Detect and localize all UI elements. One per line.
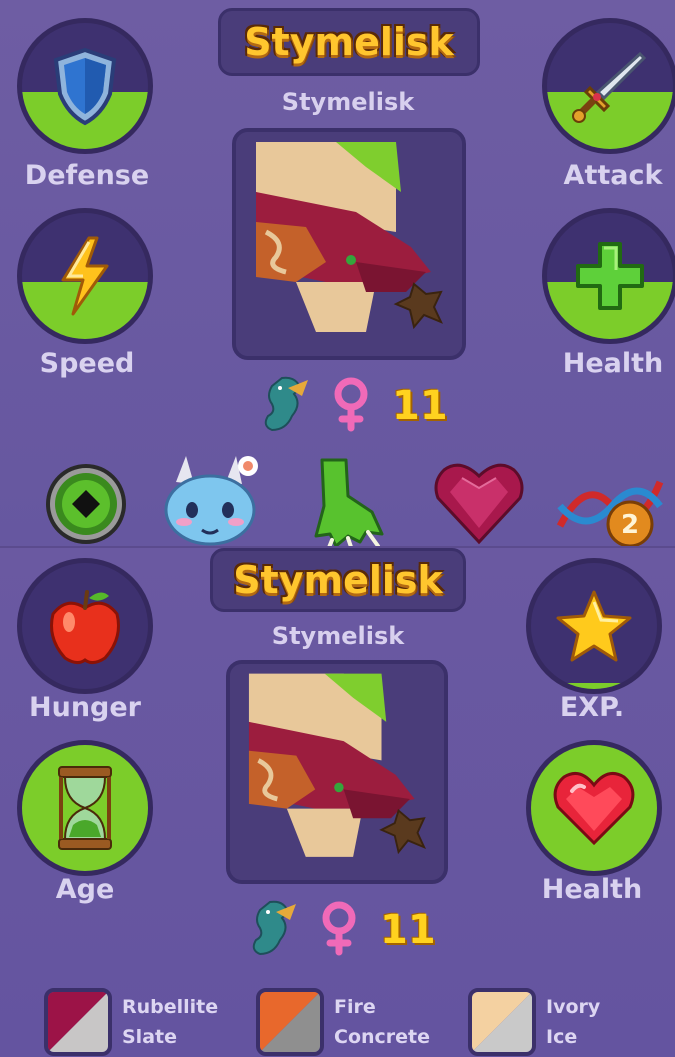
hunger-stat-circle[interactable] xyxy=(17,558,153,694)
swatch-1-secondary: Slate xyxy=(122,1026,177,1048)
age-stat-circle[interactable] xyxy=(17,740,153,876)
hourglass-icon xyxy=(22,745,148,871)
health-label: Health xyxy=(562,348,664,379)
sword-icon xyxy=(547,23,673,149)
eye-icon[interactable] xyxy=(44,462,128,550)
dragon-portrait[interactable] xyxy=(232,128,466,360)
lightning-icon xyxy=(22,213,148,339)
color-swatch-1[interactable]: Rubellite Slate xyxy=(44,988,218,1056)
claw-icon[interactable] xyxy=(302,456,392,554)
dna-icon[interactable]: 2 xyxy=(556,466,664,554)
defense-stat-circle[interactable] xyxy=(17,18,153,154)
swatch-3-secondary: Ice xyxy=(546,1026,578,1048)
dragon-subname: Stymelisk xyxy=(281,88,415,116)
swatch-3-primary: Ivory xyxy=(546,996,601,1018)
swatch-1-primary: Rubellite xyxy=(122,996,219,1018)
speed-stat-circle[interactable] xyxy=(17,208,153,344)
defense-label: Defense xyxy=(24,160,150,191)
dragon-icon xyxy=(246,898,298,962)
attack-label: Attack xyxy=(563,160,663,191)
swatch-rubellite-slate xyxy=(44,988,112,1056)
shield-icon xyxy=(22,23,148,149)
dragon-art xyxy=(236,132,462,356)
exp-stat-circle[interactable] xyxy=(526,558,662,694)
level-value: 11 xyxy=(392,383,448,429)
health-stat-circle-bottom[interactable] xyxy=(526,740,662,876)
dragon-subname: Stymelisk xyxy=(271,622,405,650)
star-icon xyxy=(531,563,657,689)
creature-face-icon[interactable] xyxy=(156,452,262,552)
title-plate: Stymelisk xyxy=(218,8,480,76)
dragon-info-row: 11 xyxy=(258,374,448,438)
swatch-fire-concrete xyxy=(256,988,324,1056)
dragon-art xyxy=(230,664,444,880)
female-icon xyxy=(320,900,358,960)
color-swatch-2[interactable]: Fire Concrete xyxy=(256,988,430,1056)
hunger-label: Hunger xyxy=(29,692,141,723)
title-plate: Stymelisk xyxy=(210,548,466,612)
heart-icon xyxy=(531,745,657,871)
swatch-ivory-ice xyxy=(468,988,536,1056)
level-value: 11 xyxy=(380,907,436,953)
age-label: Age xyxy=(55,874,115,905)
dna-badge-count: 2 xyxy=(621,510,639,540)
swatch-2-secondary: Concrete xyxy=(334,1026,431,1048)
dragon-care-panel: Stymelisk Stymelisk Hunger EXP. Age Heal… xyxy=(0,548,675,1057)
health-stat-circle[interactable] xyxy=(542,208,675,344)
apple-icon xyxy=(22,563,148,689)
attack-stat-circle[interactable] xyxy=(542,18,675,154)
color-swatch-3[interactable]: Ivory Ice xyxy=(468,988,600,1056)
heart-gem-icon[interactable] xyxy=(432,458,526,550)
dragon-title: Stymelisk xyxy=(244,20,454,64)
dragon-title: Stymelisk xyxy=(233,558,443,602)
female-icon xyxy=(332,376,370,436)
dragon-stats-panel: Stymelisk Stymelisk Defense Attack Speed… xyxy=(0,0,675,552)
plus-icon xyxy=(547,213,673,339)
dragon-portrait[interactable] xyxy=(226,660,448,884)
swatch-2-primary: Fire xyxy=(334,996,376,1018)
exp-label: EXP. xyxy=(559,692,625,723)
dragon-icon xyxy=(258,374,310,438)
health-label: Health xyxy=(541,874,643,905)
speed-label: Speed xyxy=(39,348,135,379)
dragon-info-row: 11 xyxy=(246,898,436,962)
